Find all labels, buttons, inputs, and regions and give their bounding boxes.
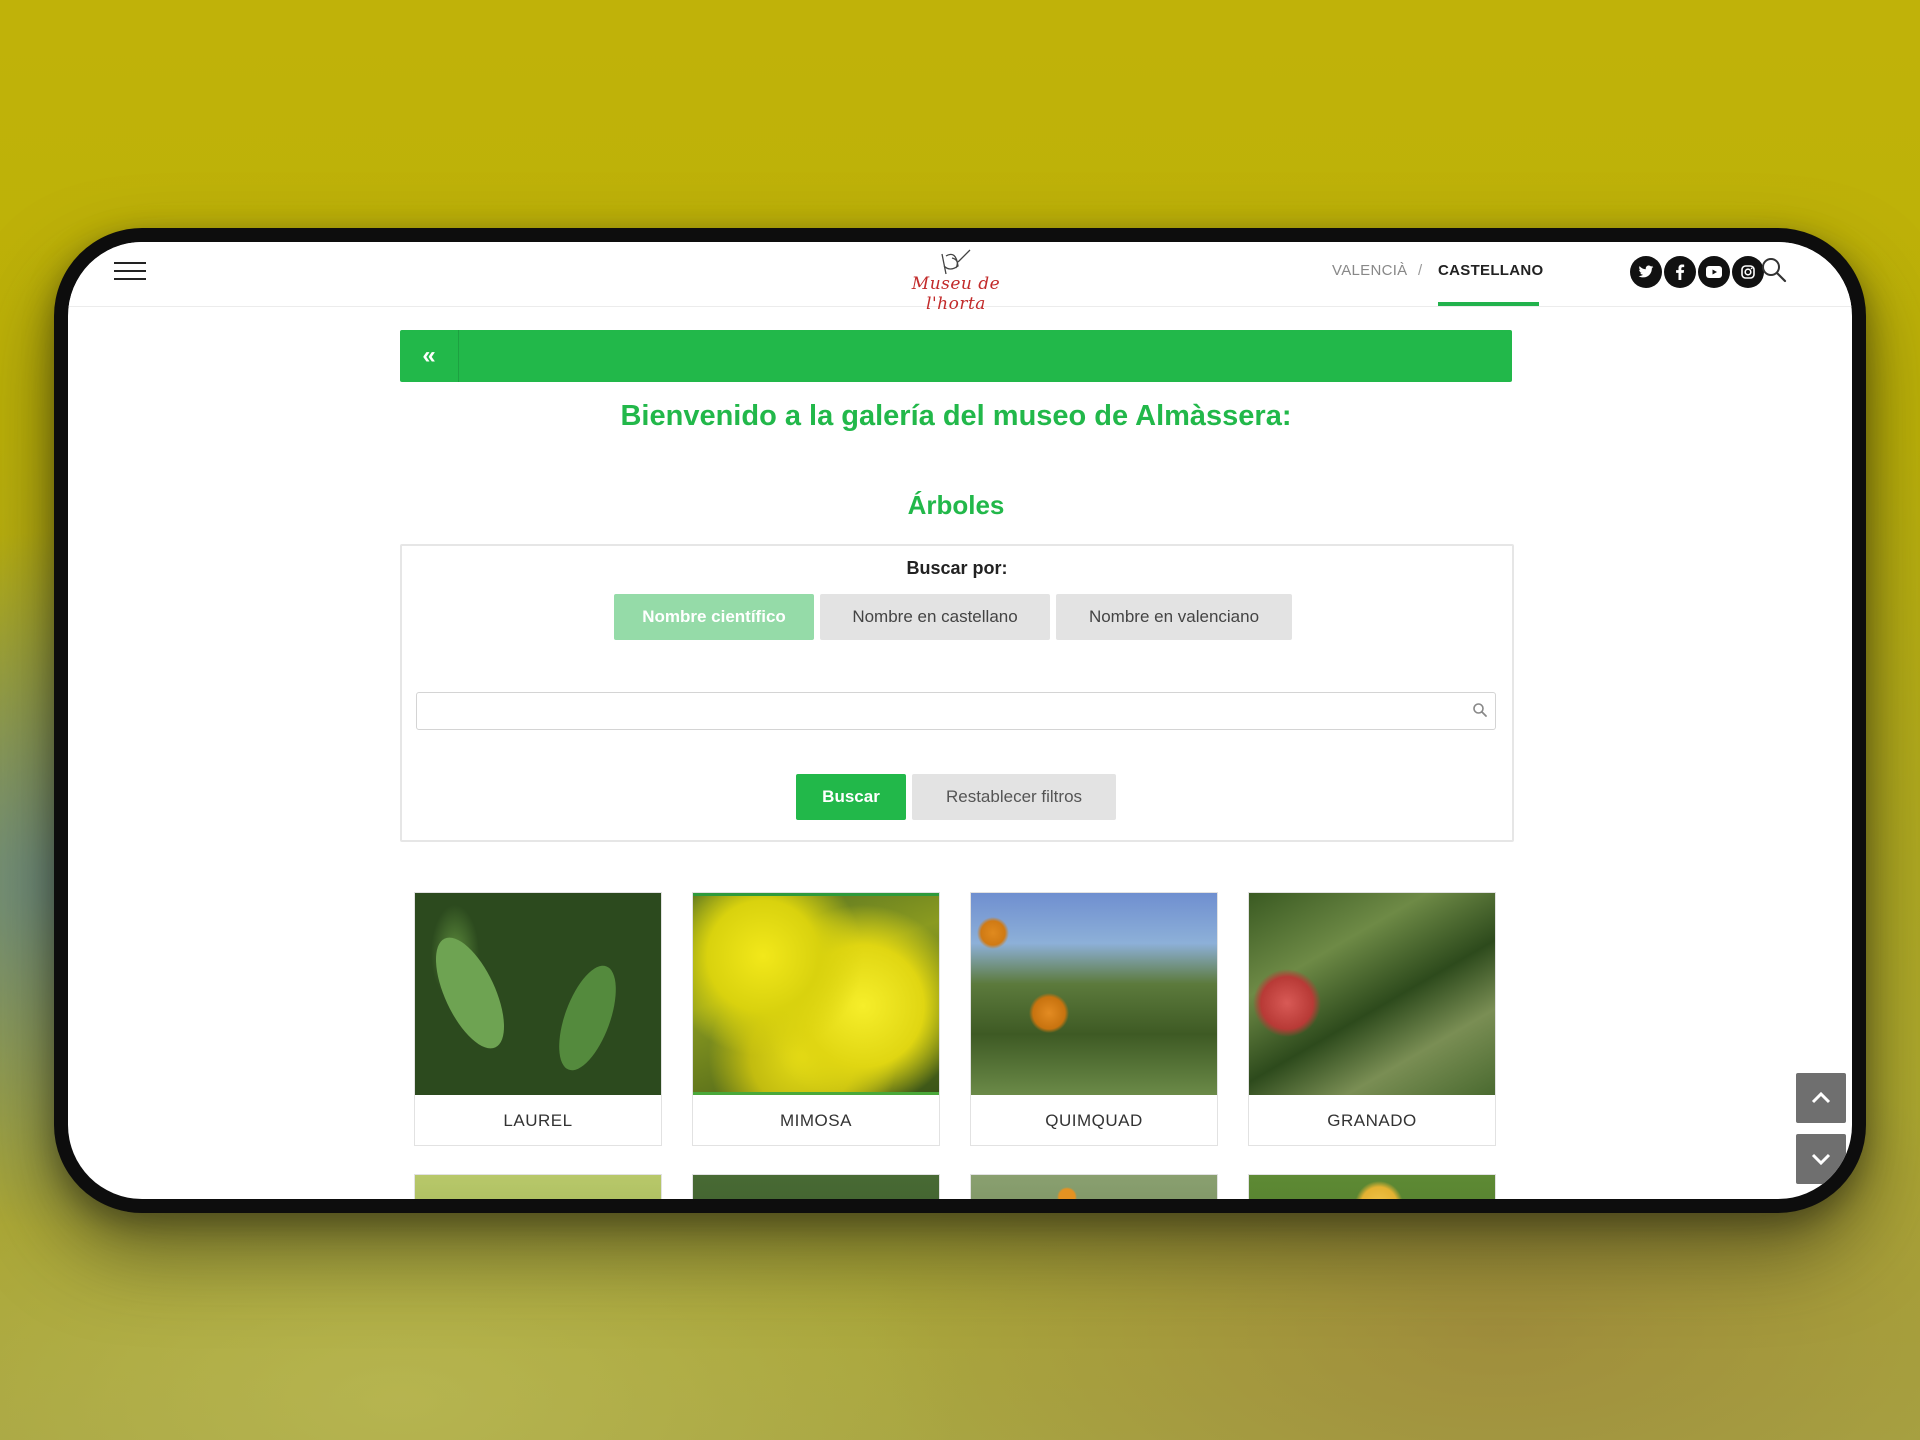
gallery-image xyxy=(1249,1175,1495,1199)
facebook-icon[interactable] xyxy=(1664,256,1696,288)
laurel-image xyxy=(415,893,661,1095)
gallery-card-quimquad[interactable]: QUIMQUAD xyxy=(970,892,1218,1146)
mimosa-image xyxy=(693,893,939,1095)
chevron-up-icon xyxy=(1811,1092,1831,1104)
card-label: QUIMQUAD xyxy=(1045,1111,1143,1130)
gallery-card[interactable] xyxy=(970,1174,1218,1199)
card-label: GRANADO xyxy=(1327,1111,1417,1130)
language-separator: / xyxy=(1418,262,1423,279)
tab-scientific-name[interactable]: Nombre científico xyxy=(614,594,814,640)
top-navigation-bar: Museu de l'horta VALENCIÀ / CASTELLANO xyxy=(68,242,1852,314)
search-icon[interactable] xyxy=(1760,256,1790,286)
granado-image xyxy=(1249,893,1495,1095)
card-label: LAUREL xyxy=(503,1111,573,1130)
gallery-card-mimosa[interactable]: MIMOSA xyxy=(692,892,940,1146)
twitter-icon[interactable] xyxy=(1630,256,1662,288)
welcome-heading: Bienvenido a la galería del museo de Alm… xyxy=(620,400,1292,432)
scroll-down-button[interactable] xyxy=(1796,1134,1846,1184)
device-frame: Museu de l'horta VALENCIÀ / CASTELLANO «… xyxy=(54,228,1866,1213)
search-button[interactable]: Buscar xyxy=(796,774,906,820)
gallery-card[interactable] xyxy=(414,1174,662,1199)
gallery-card-granado[interactable]: GRANADO xyxy=(1248,892,1496,1146)
logo-text: Museu de l'horta xyxy=(911,274,1001,314)
language-valencia[interactable]: VALENCIÀ xyxy=(1332,262,1407,279)
menu-icon[interactable] xyxy=(114,260,146,282)
logo-figure-icon xyxy=(941,249,971,275)
gallery-image xyxy=(415,1175,661,1199)
quimquad-image xyxy=(971,893,1217,1095)
filter-panel: Buscar por: Nombre científico Nombre en … xyxy=(400,544,1514,842)
gallery-card[interactable] xyxy=(1248,1174,1496,1199)
search-input[interactable] xyxy=(416,692,1496,730)
back-button[interactable]: « xyxy=(400,330,459,382)
tab-spanish-name[interactable]: Nombre en castellano xyxy=(820,594,1050,640)
search-by-label: Buscar por: xyxy=(906,558,1008,578)
back-navigation-bar: « xyxy=(400,330,1512,382)
museum-logo[interactable]: Museu de l'horta xyxy=(886,244,1026,314)
gallery-card-laurel[interactable]: LAUREL xyxy=(414,892,662,1146)
browser-screen: Museu de l'horta VALENCIÀ / CASTELLANO «… xyxy=(68,242,1852,1199)
reset-filters-button[interactable]: Restablecer filtros xyxy=(912,774,1116,820)
gallery-image xyxy=(971,1175,1217,1199)
active-language-underline xyxy=(1438,302,1539,306)
language-castellano[interactable]: CASTELLANO xyxy=(1438,262,1544,279)
scroll-up-button[interactable] xyxy=(1796,1073,1846,1123)
gallery-card[interactable] xyxy=(692,1174,940,1199)
search-input-icon[interactable] xyxy=(1472,702,1490,720)
tab-valencian-name[interactable]: Nombre en valenciano xyxy=(1056,594,1292,640)
section-title: Árboles xyxy=(907,490,1005,520)
chevron-down-icon xyxy=(1811,1153,1831,1165)
gallery-image xyxy=(693,1175,939,1199)
youtube-icon[interactable] xyxy=(1698,256,1730,288)
card-label: MIMOSA xyxy=(780,1111,852,1130)
